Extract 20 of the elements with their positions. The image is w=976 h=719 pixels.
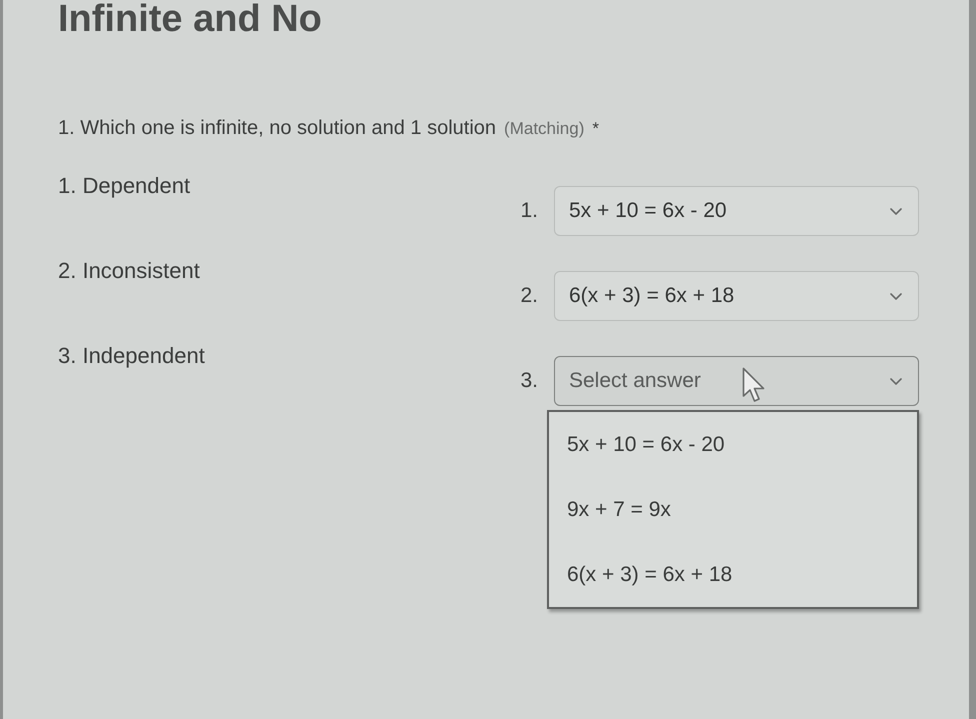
question-text: 1. Which one is infinite, no solution and 1 solution bbox=[58, 116, 496, 140]
answer-number: 1. bbox=[519, 198, 538, 224]
answer-number: 3. bbox=[519, 368, 538, 394]
required-mark: * bbox=[592, 118, 599, 140]
quiz-title: Infinite and No bbox=[58, 0, 322, 38]
chevron-down-icon bbox=[890, 292, 902, 300]
chevron-down-icon bbox=[890, 208, 902, 214]
answer-number: 2. bbox=[519, 283, 538, 309]
dropdown-option[interactable]: 6(x + 3) = 6x + 18 bbox=[549, 542, 917, 607]
answer-select[interactable]: Select answer bbox=[554, 356, 919, 406]
chevron-down-icon bbox=[890, 378, 902, 384]
dropdown-option[interactable]: 5x + 10 = 6x - 20 bbox=[549, 412, 917, 477]
prompt-label: 2. Inconsistent bbox=[58, 257, 200, 285]
prompt-label: 3. Independent bbox=[58, 342, 205, 370]
question-type-label: (Matching) bbox=[504, 118, 584, 140]
mouse-pointer-icon bbox=[742, 367, 766, 403]
dropdown-option[interactable]: 9x + 7 = 9x bbox=[549, 477, 917, 542]
answer-select[interactable]: 5x + 10 = 6x - 20 bbox=[554, 186, 919, 236]
prompt-label: 1. Dependent bbox=[58, 172, 190, 200]
answer-select[interactable]: 6(x + 3) = 6x + 18 bbox=[554, 271, 919, 321]
